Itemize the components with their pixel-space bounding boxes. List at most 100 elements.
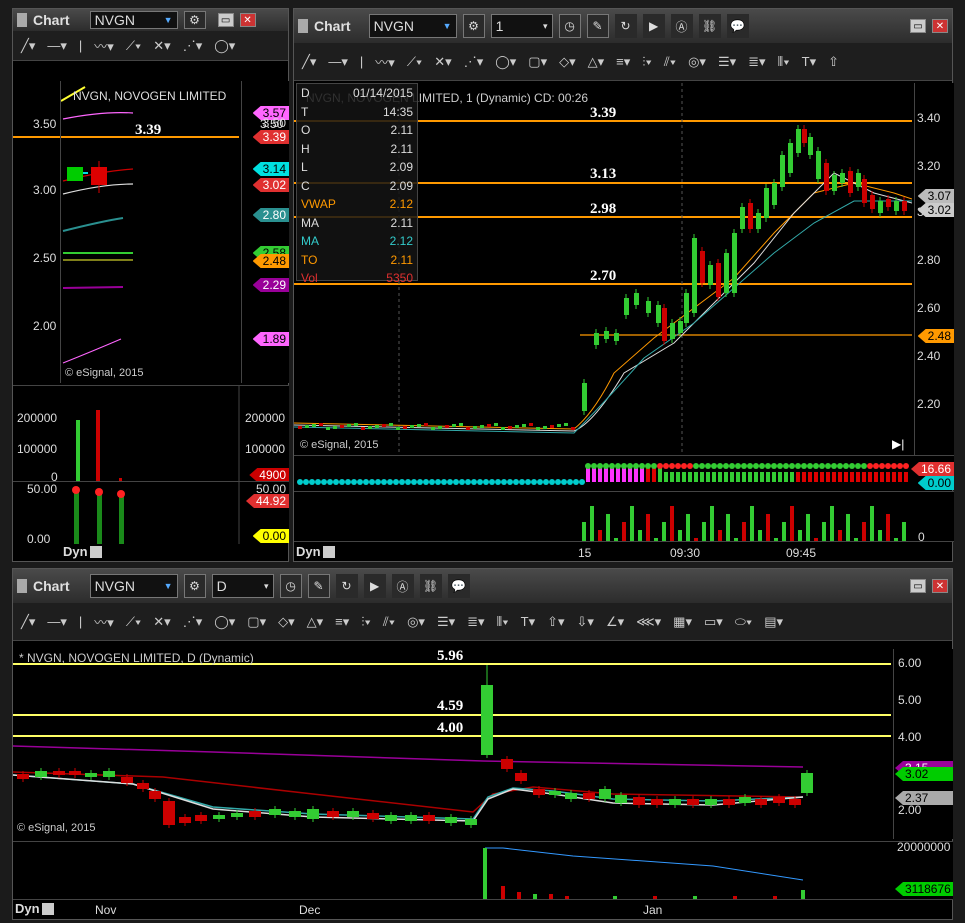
fan-tool-icon[interactable]: ⟋▾ <box>407 54 422 70</box>
mob-tool-icon[interactable]: ▭▾ <box>704 614 723 630</box>
levels-tool-icon[interactable]: ≣▾ <box>467 614 484 630</box>
price-pane[interactable]: * NVGN, NOVOGEN LIMITED, D (Dynamic) 5.9… <box>12 648 891 839</box>
channel-tool-icon[interactable]: ≡▾ <box>616 54 630 70</box>
parallel-tool-icon[interactable]: ⫽▾ <box>664 54 676 70</box>
symbol-input[interactable]: NVGN ▼ <box>368 14 457 38</box>
ellipse-tool-icon[interactable]: ◯▾ <box>214 38 235 54</box>
symbol-input[interactable]: NVGN ▼ <box>89 11 178 29</box>
refresh-icon[interactable]: ↻ <box>614 14 637 38</box>
vline-tool-icon[interactable]: | <box>360 54 363 69</box>
alert-icon[interactable]: Ⓐ <box>670 14 693 38</box>
fan-tool-icon[interactable]: ⟋▾ <box>126 38 141 54</box>
ellipse-tool-icon[interactable]: ◯▾ <box>495 54 516 70</box>
projection-tool-icon[interactable]: ⋘▾ <box>636 614 661 630</box>
time-axis[interactable]: Nov Dec Jan <box>13 899 953 919</box>
text-tool-icon[interactable]: T▾ <box>521 614 535 630</box>
comment-icon[interactable]: 💬 <box>726 14 749 38</box>
restore-button[interactable]: ▭ <box>910 579 926 593</box>
time-tool-icon[interactable]: ⬭▾ <box>735 614 752 630</box>
gann-tool-icon[interactable]: ⋰▾ <box>464 54 484 70</box>
hline-tool-icon[interactable]: —▾ <box>47 38 67 54</box>
indicator-pane[interactable]: 50.00 0.00 50.00 44.92 0.00 <box>13 481 289 546</box>
lock-icon[interactable] <box>322 545 335 558</box>
symbol-input[interactable]: NVGN ▼ <box>89 574 178 598</box>
link-icon[interactable]: ⛓ <box>698 14 721 38</box>
play-icon[interactable]: ▶ <box>363 574 386 598</box>
dyn-toggle[interactable]: Dyn <box>63 544 102 559</box>
line-tool-icon[interactable]: ╱▾ <box>21 38 35 54</box>
triangle-tool-icon[interactable]: △▾ <box>588 54 605 70</box>
restore-button[interactable]: ▭ <box>910 19 926 33</box>
rectangle-tool-icon[interactable]: ▢▾ <box>247 614 266 630</box>
vline-tool-icon[interactable]: | <box>79 38 82 53</box>
dropdown-icon[interactable]: ▼ <box>164 15 173 25</box>
grid-tool-icon[interactable]: ▦▾ <box>673 614 692 630</box>
play-icon[interactable]: ▶ <box>642 14 665 38</box>
channel-tool-icon[interactable]: ≡▾ <box>335 614 349 630</box>
settings-icon[interactable]: ⚙ <box>183 574 206 598</box>
settings-icon[interactable]: ⚙ <box>462 14 485 38</box>
gann-tool-icon[interactable]: ⋰▾ <box>183 38 203 54</box>
dropdown-icon[interactable]: ▼ <box>443 21 452 31</box>
refresh-icon[interactable]: ↻ <box>335 574 358 598</box>
hline-tool-icon[interactable]: —▾ <box>328 54 348 70</box>
dyn-toggle[interactable]: Dyn <box>15 901 54 916</box>
chevron-down-icon[interactable]: ▾ <box>543 21 548 32</box>
wave-tool-icon[interactable]: 〰▾ <box>94 612 114 631</box>
interval-select[interactable]: D ▾ <box>211 574 274 598</box>
link-icon[interactable]: ⛓ <box>419 574 442 598</box>
indicator-pane[interactable]: 16.66 0.00 <box>294 455 954 490</box>
pitchfork-tool-icon[interactable]: ✕▾ <box>153 38 170 54</box>
rectangle-tool-icon[interactable]: ▢▾ <box>528 54 547 70</box>
bars-tool-icon[interactable]: ⦀▾ <box>497 614 509 630</box>
clock-icon[interactable]: ◷ <box>279 574 302 598</box>
line-tool-icon[interactable]: ╱▾ <box>21 614 35 630</box>
restore-button[interactable]: ▭ <box>217 13 234 27</box>
close-button[interactable]: ✕ <box>932 19 948 33</box>
ellipse-tool-icon[interactable]: ◯▾ <box>214 614 235 630</box>
time-axis[interactable]: 15 09:30 09:45 <box>294 541 954 561</box>
arrow-up-tool-icon[interactable]: ⇧ <box>828 54 839 70</box>
cycle-tool-icon[interactable]: ⫶▾ <box>361 614 371 630</box>
volume-pane[interactable]: 0 <box>294 491 954 544</box>
fan-tool-icon[interactable]: ⟋▾ <box>126 614 141 630</box>
alert-icon[interactable]: Ⓐ <box>391 574 414 598</box>
pencil-icon[interactable]: ✎ <box>307 574 330 598</box>
chevron-down-icon[interactable]: ▾ <box>264 581 269 592</box>
hline-tool-icon[interactable]: —▾ <box>47 614 67 630</box>
arrow-up-tool-icon[interactable]: ⇧▾ <box>547 614 564 630</box>
lock-icon[interactable] <box>41 902 54 915</box>
angle-tool-icon[interactable]: ∠▾ <box>606 614 624 630</box>
bars-tool-icon[interactable]: ⦀▾ <box>778 54 790 70</box>
fib-tool-icon[interactable]: ☰▾ <box>437 614 455 630</box>
pitchfork-tool-icon[interactable]: ✕▾ <box>434 54 451 70</box>
vline-tool-icon[interactable]: | <box>79 614 82 629</box>
lock-icon[interactable] <box>89 545 102 558</box>
eraser-tool-icon[interactable]: ◇▾ <box>559 54 576 70</box>
levels-tool-icon[interactable]: ≣▾ <box>748 54 765 70</box>
interval-select[interactable]: 1 ▾ <box>490 14 553 38</box>
target-tool-icon[interactable]: ◎▾ <box>688 54 706 70</box>
wave-tool-icon[interactable]: 〰▾ <box>94 36 114 55</box>
fib-tool-icon[interactable]: ☰▾ <box>718 54 736 70</box>
price-axis[interactable]: 6.00 5.00 4.00 2.00 3.15 3.02 2.37 <box>893 649 953 839</box>
target-tool-icon[interactable]: ◎▾ <box>407 614 425 630</box>
close-button[interactable]: ✕ <box>239 13 256 27</box>
close-button[interactable]: ✕ <box>932 579 948 593</box>
wave-tool-icon[interactable]: 〰▾ <box>375 52 395 71</box>
comment-icon[interactable]: 💬 <box>447 574 470 598</box>
clock-icon[interactable]: ◷ <box>558 14 581 38</box>
dropdown-icon[interactable]: ▼ <box>164 581 173 591</box>
gann-tool-icon[interactable]: ⋰▾ <box>183 614 203 630</box>
pitchfork-tool-icon[interactable]: ✕▾ <box>153 614 170 630</box>
arrow-down-tool-icon[interactable]: ⇩▾ <box>577 614 594 630</box>
line-tool-icon[interactable]: ╱▾ <box>302 54 316 70</box>
dyn-toggle[interactable]: Dyn <box>296 544 335 559</box>
text-tool-icon[interactable]: T▾ <box>802 54 816 70</box>
cycle-tool-icon[interactable]: ⫶▾ <box>642 54 652 70</box>
pti-tool-icon[interactable]: ▤▾ <box>764 614 783 630</box>
scroll-end-icon[interactable]: ▶| <box>892 437 904 451</box>
eraser-tool-icon[interactable]: ◇▾ <box>278 614 295 630</box>
price-axis[interactable]: 3.40 3.20 3.00 2.80 2.60 2.40 2.20 3.07 … <box>914 83 954 455</box>
parallel-tool-icon[interactable]: ⫽▾ <box>383 614 395 630</box>
